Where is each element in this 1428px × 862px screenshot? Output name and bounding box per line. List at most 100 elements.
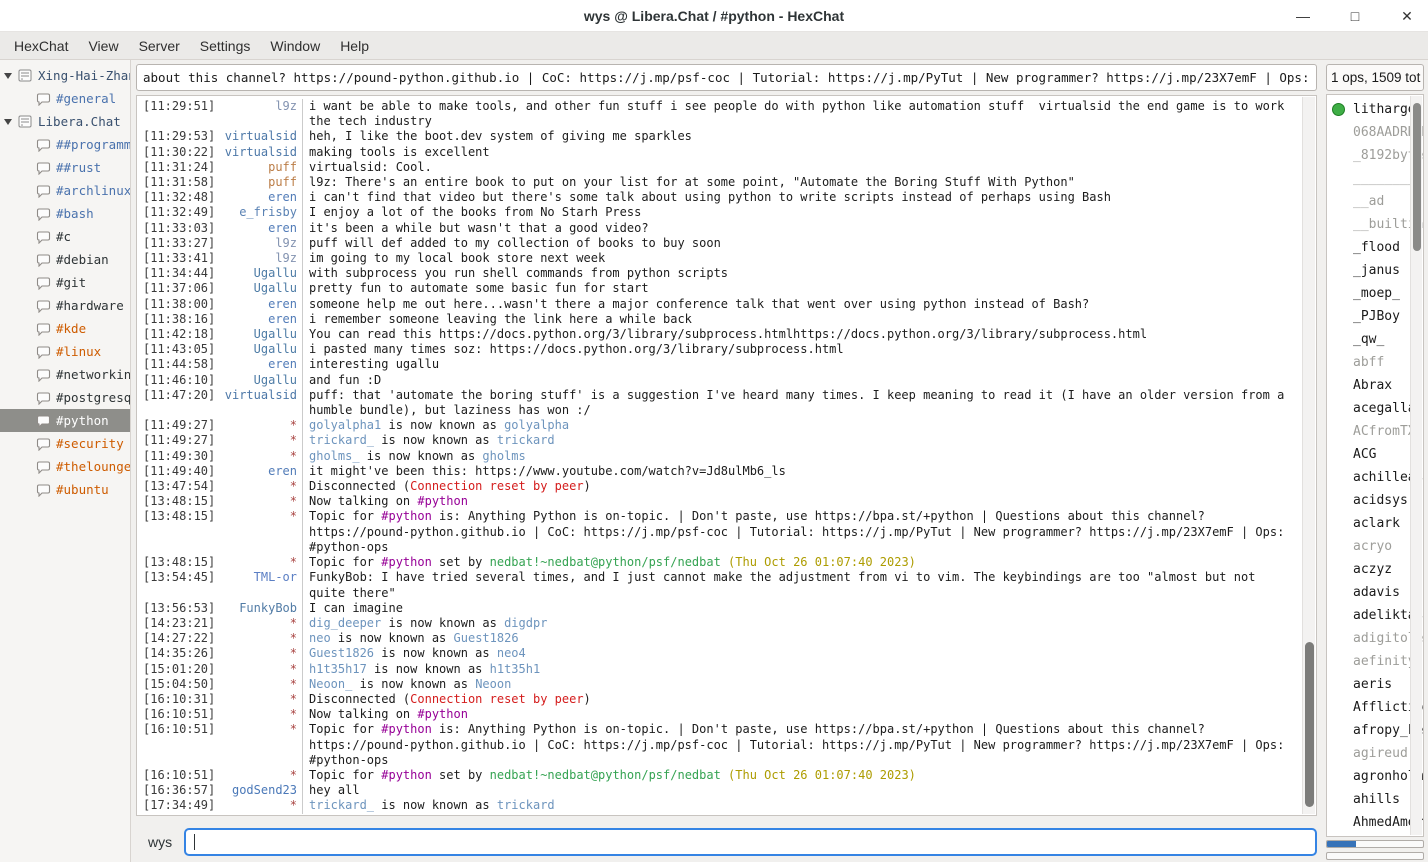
maximize-button[interactable]: □ [1342, 3, 1368, 29]
sidebar-item-hardware[interactable]: #hardware [0, 294, 130, 317]
userlist-item[interactable]: adigitole [1327, 627, 1423, 650]
userlist-item[interactable]: agronholm [1327, 765, 1423, 788]
message-segment-chan: #python [417, 494, 468, 508]
expander-icon[interactable] [4, 73, 12, 79]
timestamp: [11:49:40] [143, 464, 219, 479]
userlist-item[interactable]: achilleas [1327, 466, 1423, 489]
message-segment-error: Connection reset by peer [410, 479, 583, 493]
userlist-item[interactable]: litharge [1327, 98, 1423, 121]
chat-line: [13:48:15]*Now talking on #python [143, 494, 1316, 509]
sidebar-item-linux[interactable]: #linux [0, 340, 130, 363]
message-text: i want be able to make tools, and other … [303, 99, 1316, 129]
userlist-item[interactable]: aefinity [1327, 650, 1423, 673]
userlist-scrollbar[interactable] [1410, 96, 1422, 835]
userlist-item[interactable]: aeris [1327, 673, 1423, 696]
userlist-item[interactable]: Abrax [1327, 374, 1423, 397]
message-segment-n: puff will def added to my collection of … [309, 236, 721, 250]
chat-lines: [11:29:51]l9zi want be able to make tool… [143, 99, 1316, 814]
userlist-scrollbar-thumb[interactable] [1413, 103, 1421, 251]
userlist-item[interactable]: __builtin [1327, 213, 1423, 236]
userlist-item[interactable]: ACG [1327, 443, 1423, 466]
minimize-button[interactable]: — [1290, 3, 1316, 29]
menu-window[interactable]: Window [260, 34, 330, 58]
user-list: litharge068AADRKN_8192byte__________ad__… [1326, 94, 1424, 837]
userlist-item[interactable]: aclark [1327, 512, 1423, 535]
chat-scrollbar[interactable] [1302, 97, 1315, 814]
userlist-item[interactable]: _moep_ [1327, 282, 1423, 305]
sidebar-item-security[interactable]: #security [0, 432, 130, 455]
userlist-item[interactable]: AhmedAmer [1327, 811, 1423, 834]
menu-hexchat[interactable]: HexChat [4, 34, 78, 58]
userlist-item[interactable]: abff [1327, 351, 1423, 374]
message-text: Topic for #python is: Anything Python is… [303, 509, 1316, 555]
menu-server[interactable]: Server [129, 34, 190, 58]
event-star: * [219, 433, 303, 448]
chat-bubble-icon [35, 345, 51, 359]
sidebar-item-ubuntu[interactable]: #ubuntu [0, 478, 130, 501]
message-segment-n: is now known as [360, 449, 483, 463]
server-item-libera.chat[interactable]: Libera.Chat [0, 110, 130, 133]
sidebar-item-thelounge[interactable]: #thelounge [0, 455, 130, 478]
userlist-item[interactable]: acryo [1327, 535, 1423, 558]
sidebar-item-rust[interactable]: ##rust [0, 156, 130, 179]
sidebar-item-debian[interactable]: #debian [0, 248, 130, 271]
close-button[interactable]: ✕ [1394, 3, 1420, 29]
sidebar-item-programming[interactable]: ##programming [0, 133, 130, 156]
sidebar-item-git[interactable]: #git [0, 271, 130, 294]
channel-tree: Xing-Hai-Zhan#generalLibera.Chat##progra… [0, 60, 131, 862]
message-input[interactable] [184, 828, 1317, 856]
message-segment-n: I enjoy a lot of the books from No Starh… [309, 205, 641, 219]
sidebar-item-python[interactable]: #python [0, 409, 130, 432]
chat-scrollbar-thumb[interactable] [1305, 642, 1314, 807]
nick: l9z [219, 236, 303, 251]
timestamp: [13:48:15] [143, 509, 219, 555]
userlist-item[interactable]: __ad [1327, 190, 1423, 213]
userlist-item[interactable]: _PJBoy [1327, 305, 1423, 328]
sidebar-item-bash[interactable]: #bash [0, 202, 130, 225]
userlist-item[interactable]: agireud [1327, 742, 1423, 765]
userlist-item[interactable]: _qw_ [1327, 328, 1423, 351]
timestamp: [15:04:50] [143, 677, 219, 692]
server-item-xing-hai-zhan[interactable]: Xing-Hai-Zhan [0, 64, 130, 87]
userlist-item[interactable]: acegalla- [1327, 397, 1423, 420]
timestamp: [11:33:41] [143, 251, 219, 266]
userlist-item[interactable]: ahills [1327, 788, 1423, 811]
userlist-item[interactable]: ________ [1327, 167, 1423, 190]
sidebar-item-networking[interactable]: #networking [0, 363, 130, 386]
user-rows: litharge068AADRKN_8192byte__________ad__… [1327, 98, 1423, 834]
expander-icon[interactable] [4, 119, 12, 125]
userlist-item[interactable]: adavis [1327, 581, 1423, 604]
message-segment-n: Topic for [309, 768, 381, 782]
chat-line: [16:10:51]*Now talking on #python [143, 707, 1316, 722]
userlist-item[interactable]: aczyz [1327, 558, 1423, 581]
message-segment-n: is: Anything Python is on-topic. | Don't… [309, 509, 1292, 553]
chat-bubble-icon [35, 483, 51, 497]
chat-line: [11:37:06]Ugallupretty fun to automate s… [143, 281, 1316, 296]
userlist-item[interactable]: Afflictio [1327, 696, 1423, 719]
userlist-item[interactable]: acidsys [1327, 489, 1423, 512]
sidebar-item-archlinux[interactable]: #archlinux [0, 179, 130, 202]
message-text: Topic for #python set by nedbat!~nedbat@… [303, 555, 1316, 570]
userlist-item[interactable]: afropy_ke [1327, 719, 1423, 742]
topic-bar[interactable]: about this channel? https://pound-python… [136, 64, 1317, 91]
userlist-item[interactable]: adeliktas [1327, 604, 1423, 627]
userlist-item[interactable]: _8192byte [1327, 144, 1423, 167]
userlist-item[interactable]: ACfromTX [1327, 420, 1423, 443]
sidebar-item-kde[interactable]: #kde [0, 317, 130, 340]
userlist-item[interactable]: 068AADRKN [1327, 121, 1423, 144]
menu-help[interactable]: Help [330, 34, 379, 58]
sidebar-item-postgresql[interactable]: #postgresql [0, 386, 130, 409]
userlist-item[interactable]: _janus [1327, 259, 1423, 282]
server-icon [18, 115, 33, 128]
menu-settings[interactable]: Settings [190, 34, 261, 58]
own-nick-button[interactable]: wys [136, 834, 184, 850]
nick: eren [219, 221, 303, 236]
sidebar-item-general[interactable]: #general [0, 87, 130, 110]
message-segment-n: Topic for [309, 555, 381, 569]
timestamp: [16:10:51] [143, 722, 219, 768]
chat-line: [11:29:53]virtualsidheh, I like the boot… [143, 129, 1316, 144]
menu-view[interactable]: View [78, 34, 128, 58]
userlist-item[interactable]: _flood [1327, 236, 1423, 259]
timestamp: [11:49:27] [143, 418, 219, 433]
sidebar-item-c[interactable]: #c [0, 225, 130, 248]
